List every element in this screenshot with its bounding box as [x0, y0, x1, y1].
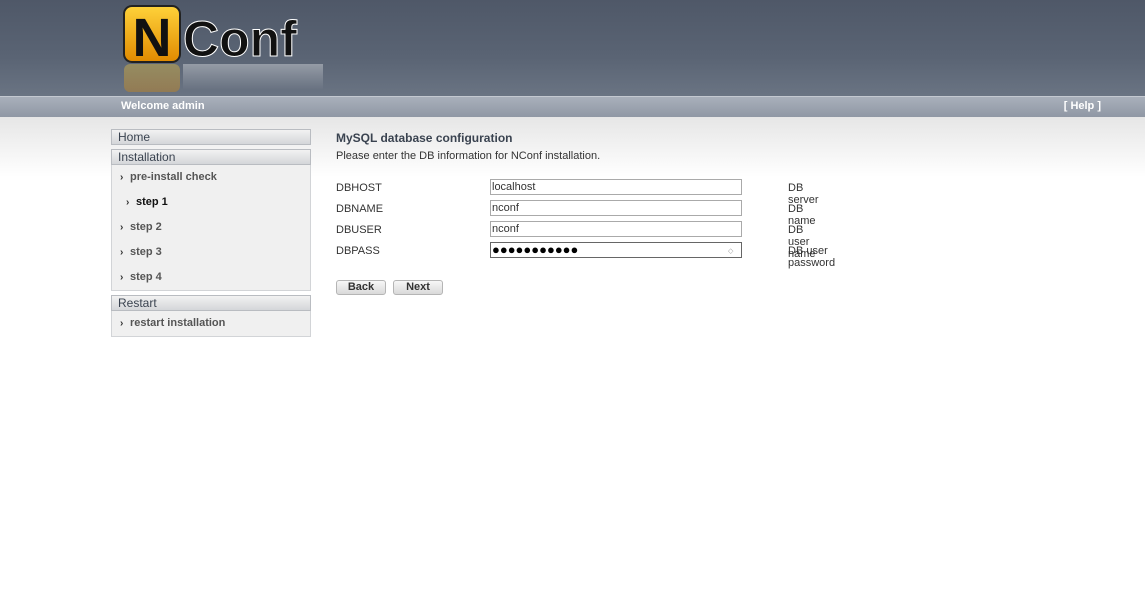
sidebar-item-label: restart installation	[130, 317, 226, 329]
dbuser-input[interactable]: nconf	[490, 221, 742, 237]
header-banner: N Conf	[0, 0, 1145, 96]
sidebar-item-restart-installation[interactable]: › restart installation	[112, 311, 310, 336]
sidebar-item-label: step 1	[136, 196, 168, 208]
dbname-input[interactable]: nconf	[490, 200, 742, 216]
sidebar-item-label: step 2	[130, 221, 162, 233]
chevron-right-icon: ›	[120, 318, 124, 329]
sidebar-item-label: step 3	[130, 246, 162, 258]
back-button[interactable]: Back	[336, 280, 386, 295]
dbpass-label: DBPASS	[336, 245, 380, 257]
svg-text:Conf: Conf	[183, 11, 297, 67]
sidebar-item-step-1[interactable]: › step 1	[112, 190, 310, 215]
sidebar-home[interactable]: Home	[111, 129, 311, 145]
dbpass-hint: DB user password	[788, 245, 836, 269]
sidebar-item-label: pre-install check	[130, 171, 217, 183]
dbpass-input[interactable]: ●●●●●●●●●●●	[490, 242, 742, 258]
chevron-right-icon: ›	[120, 247, 124, 258]
sidebar-item-label: step 4	[130, 271, 162, 283]
sidebar-restart-header: Restart	[111, 295, 311, 311]
installation-menu: › pre-install check › step 1 › step 2 › step…	[111, 165, 311, 291]
welcome-text: Welcome admin	[121, 100, 205, 112]
svg-text:N: N	[133, 8, 172, 68]
sidebar-item-step-3[interactable]: › step 3	[112, 240, 310, 265]
nconf-logo: N Conf	[123, 5, 323, 92]
restart-menu: › restart installation	[111, 311, 311, 337]
password-key-icon: ◇	[728, 248, 734, 255]
sidebar-item-pre-install-check[interactable]: › pre-install check	[112, 165, 310, 190]
welcome-bar: Welcome admin [ Help ]	[0, 96, 1145, 117]
main-content: MySQL database configuration Please ente…	[336, 131, 1136, 295]
page-title: MySQL database configuration	[336, 131, 513, 145]
dbhost-input[interactable]: localhost	[490, 179, 742, 195]
sidebar-installation-header: Installation	[111, 149, 311, 165]
dbname-label: DBNAME	[336, 203, 384, 215]
sidebar: Home Installation › pre-install check › st…	[111, 129, 311, 341]
chevron-right-icon: ›	[120, 172, 124, 183]
next-button[interactable]: Next	[393, 280, 443, 295]
chevron-right-icon: ›	[126, 197, 130, 208]
dbuser-label: DBUSER	[336, 224, 382, 236]
sidebar-item-step-2[interactable]: › step 2	[112, 215, 310, 240]
page-description: Please enter the DB information for NCon…	[336, 150, 601, 162]
chevron-right-icon: ›	[120, 272, 124, 283]
chevron-right-icon: ›	[120, 222, 124, 233]
sidebar-item-step-4[interactable]: › step 4	[112, 265, 310, 290]
dbhost-label: DBHOST	[336, 182, 382, 194]
help-link[interactable]: [ Help ]	[1064, 100, 1101, 112]
